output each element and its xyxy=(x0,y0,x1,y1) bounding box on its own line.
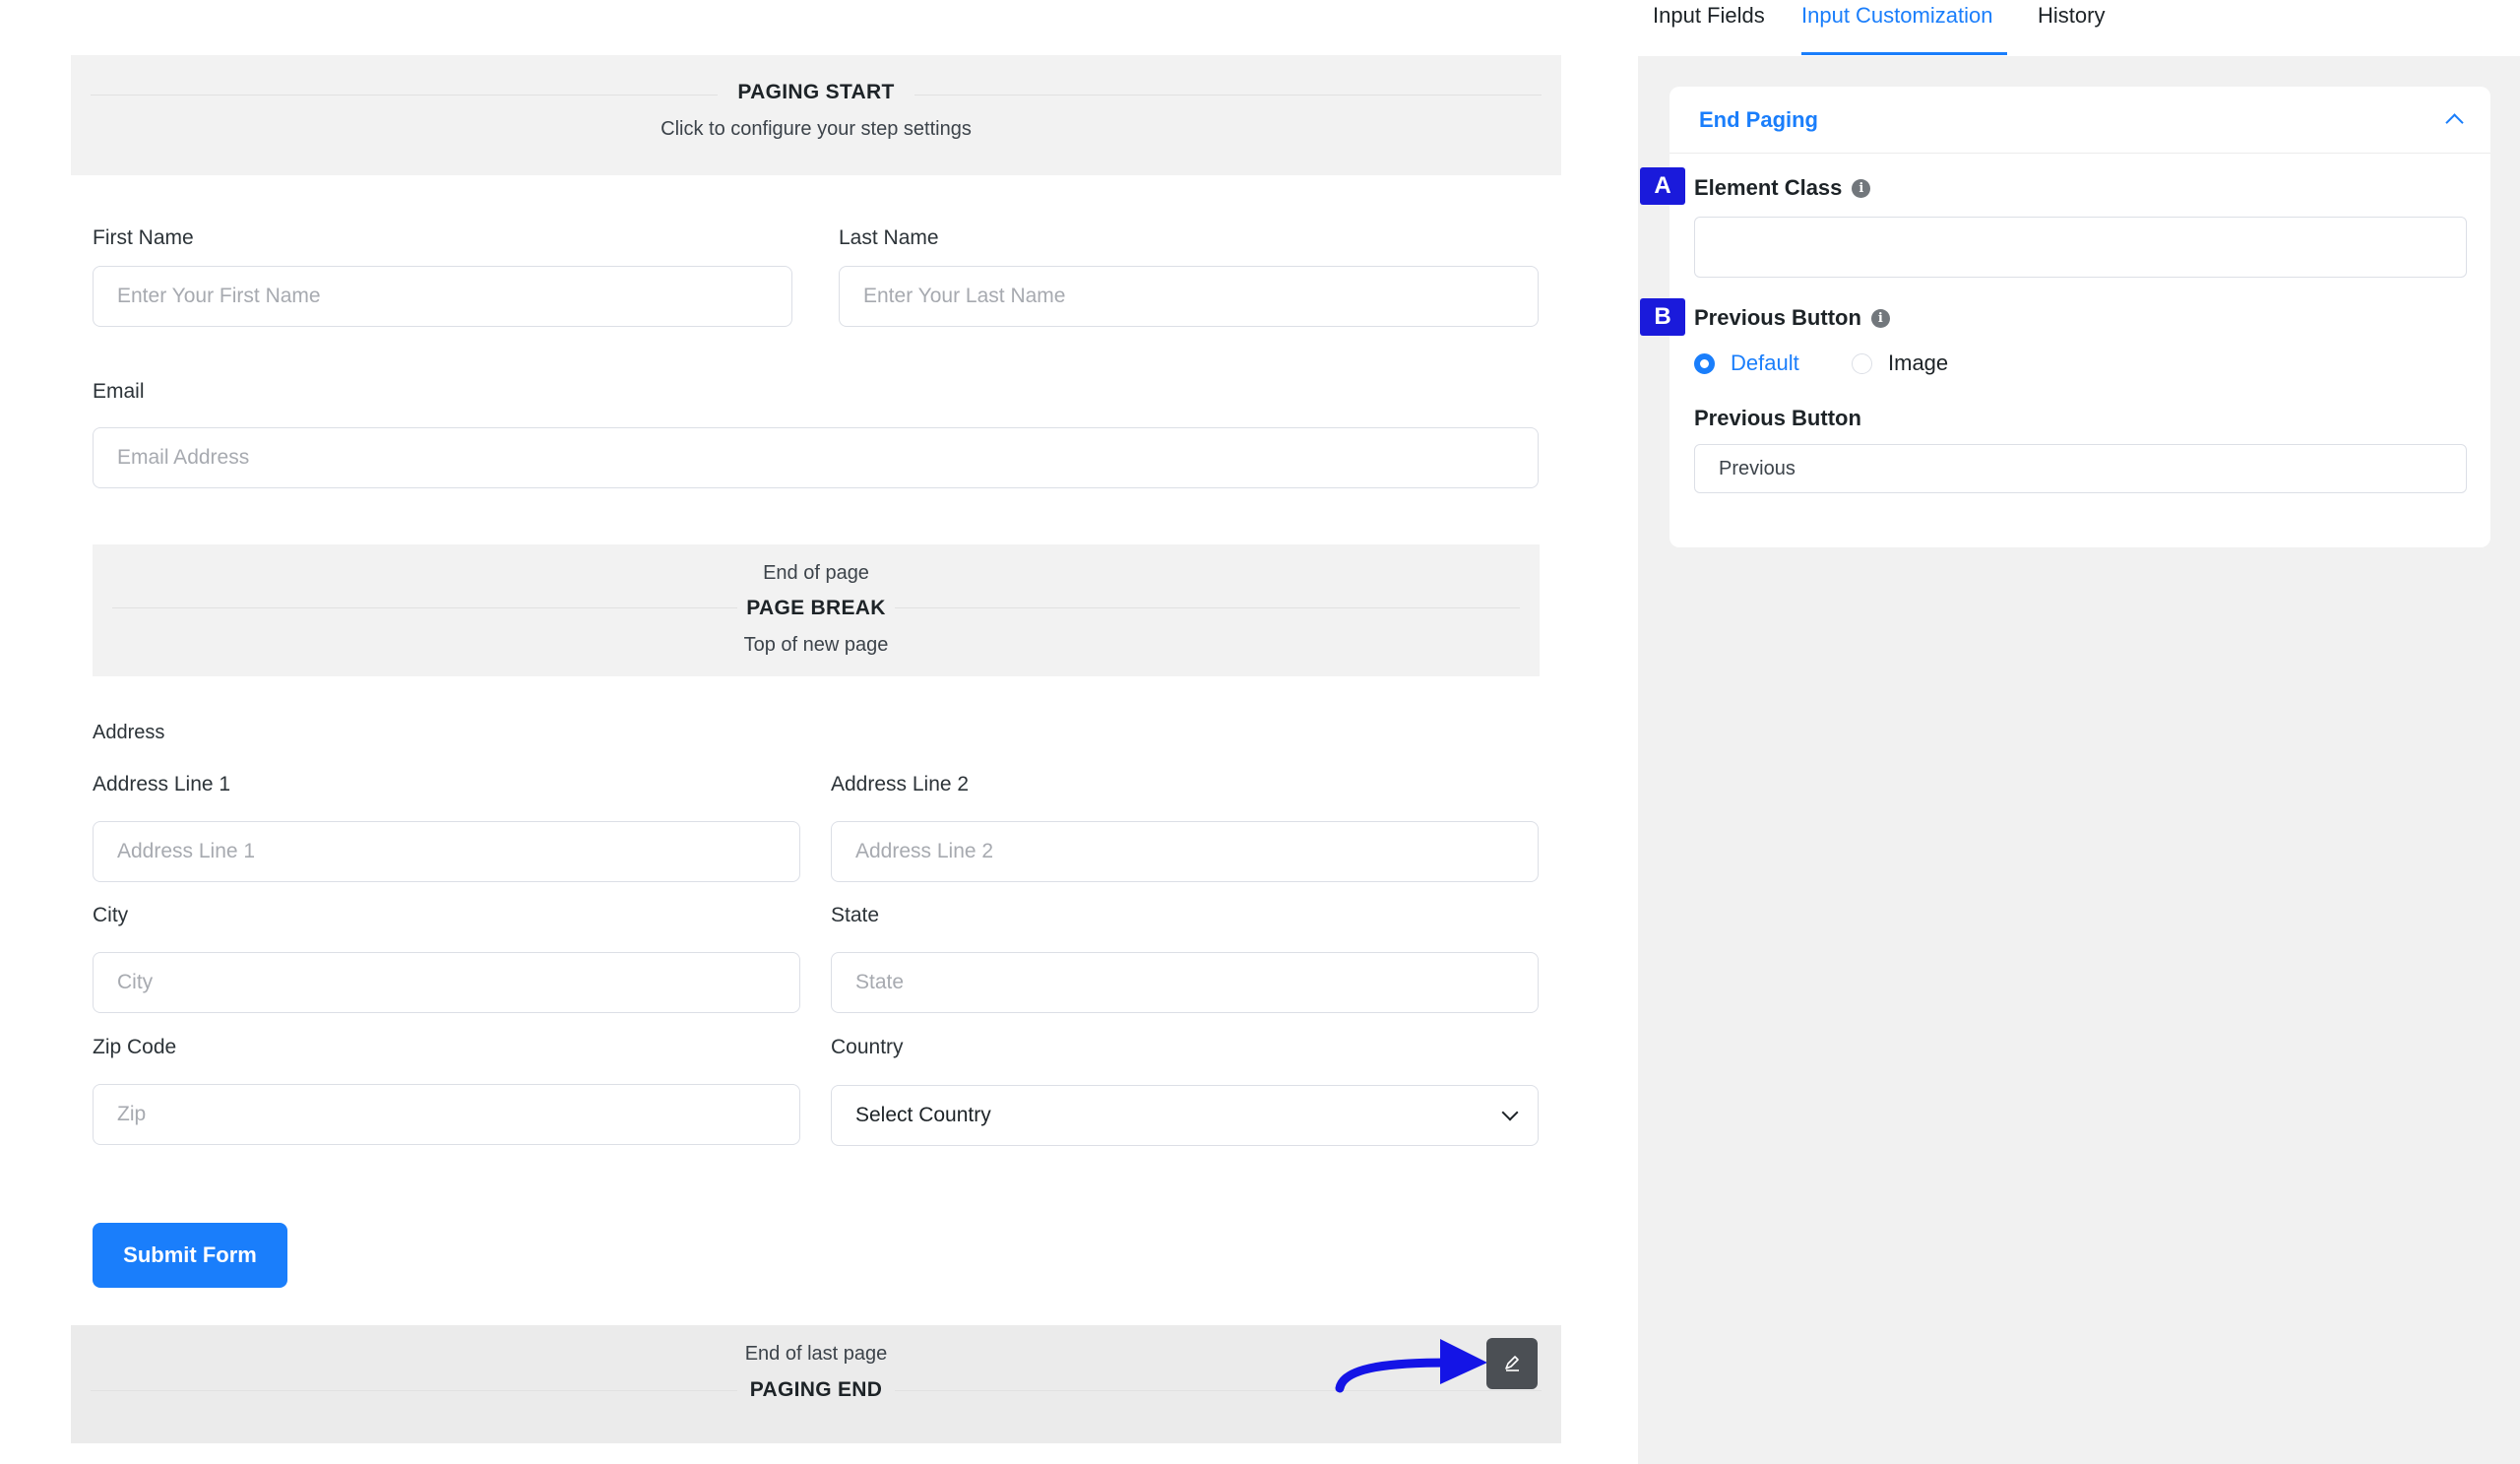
edit-paging-end-button[interactable] xyxy=(1486,1338,1538,1389)
active-tab-indicator xyxy=(1801,52,2007,55)
tab-input-customization[interactable]: Input Customization xyxy=(1801,3,1992,29)
email-label: Email xyxy=(93,380,145,403)
element-class-label-text: Element Class xyxy=(1694,175,1843,200)
address-line1-input[interactable]: Address Line 1 xyxy=(93,821,800,882)
radio-image[interactable]: Image xyxy=(1852,350,1948,376)
radio-default[interactable]: Default xyxy=(1694,350,1799,376)
last-name-label: Last Name xyxy=(839,226,939,249)
country-label: Country xyxy=(831,1036,904,1058)
chevron-up-icon[interactable] xyxy=(2445,113,2464,132)
state-input[interactable]: State xyxy=(831,952,1539,1013)
paging-start-subtitle: Click to configure your step settings xyxy=(661,118,972,140)
form-canvas: PAGING START Click to configure your ste… xyxy=(0,0,1638,1464)
first-name-input[interactable]: Enter Your First Name xyxy=(93,266,792,327)
page-break-bottom-text: Top of new page xyxy=(743,634,889,656)
country-select[interactable]: Select Country xyxy=(831,1085,1539,1146)
previous-button-type-label-text: Previous Button xyxy=(1694,305,1861,330)
city-label: City xyxy=(93,904,129,926)
email-placeholder: Email Address xyxy=(117,446,250,469)
previous-button-type-label: Previous Button i xyxy=(1694,305,1890,331)
settings-tabs: Input Fields Input Customization History xyxy=(1638,0,2520,56)
radio-default-label: Default xyxy=(1731,350,1799,375)
state-placeholder: State xyxy=(855,971,905,993)
end-paging-header[interactable]: End Paging xyxy=(1670,87,2490,154)
address-line1-placeholder: Address Line 1 xyxy=(117,840,256,862)
page-break-block[interactable]: End of page PAGE BREAK Top of new page xyxy=(93,544,1540,676)
address-line2-input[interactable]: Address Line 2 xyxy=(831,821,1539,882)
zip-label: Zip Code xyxy=(93,1036,177,1058)
city-input[interactable]: City xyxy=(93,952,800,1013)
first-name-label: First Name xyxy=(93,226,194,249)
settings-panel: Input Fields Input Customization History… xyxy=(1638,0,2520,1464)
submit-form-button[interactable]: Submit Form xyxy=(93,1223,287,1288)
info-icon[interactable]: i xyxy=(1870,308,1890,328)
last-name-placeholder: Enter Your Last Name xyxy=(863,285,1066,307)
annotation-badge-b: B xyxy=(1640,298,1685,336)
first-name-placeholder: Enter Your First Name xyxy=(117,285,321,307)
country-value: Select Country xyxy=(855,1104,991,1126)
info-icon[interactable]: i xyxy=(1852,178,1871,198)
previous-button-text-label-text: Previous Button xyxy=(1694,406,1861,430)
address-section-label: Address xyxy=(93,722,165,743)
tab-input-fields[interactable]: Input Fields xyxy=(1653,3,1765,29)
radio-default-control[interactable] xyxy=(1694,352,1715,374)
last-name-input[interactable]: Enter Your Last Name xyxy=(839,266,1539,327)
previous-button-text-input[interactable]: Previous xyxy=(1694,444,2467,493)
previous-button-text-value: Previous xyxy=(1719,457,1796,479)
address-line2-placeholder: Address Line 2 xyxy=(855,840,994,862)
address-line1-label: Address Line 1 xyxy=(93,773,231,796)
city-placeholder: City xyxy=(117,971,154,993)
element-class-label: Element Class i xyxy=(1694,175,1871,201)
address-line2-label: Address Line 2 xyxy=(831,773,970,796)
radio-image-control[interactable] xyxy=(1852,352,1872,374)
end-paging-title: End Paging xyxy=(1699,107,1818,132)
previous-button-text-label: Previous Button xyxy=(1694,406,1861,431)
page-break-title: PAGE BREAK xyxy=(746,597,886,619)
zip-input[interactable]: Zip xyxy=(93,1084,800,1145)
chevron-down-icon xyxy=(1501,1104,1519,1121)
paging-start-block[interactable]: PAGING START Click to configure your ste… xyxy=(71,55,1561,175)
page-break-top-text: End of page xyxy=(763,562,869,584)
zip-placeholder: Zip xyxy=(117,1103,147,1125)
pen-icon xyxy=(1505,1356,1519,1371)
annotation-badge-a: A xyxy=(1640,167,1685,205)
tab-history[interactable]: History xyxy=(2038,3,2105,29)
state-label: State xyxy=(831,904,880,926)
email-input[interactable]: Email Address xyxy=(93,427,1539,488)
annotation-arrow-icon xyxy=(1335,1339,1487,1393)
paging-start-title: PAGING START xyxy=(737,81,895,103)
radio-image-label: Image xyxy=(1888,350,1949,375)
element-class-input[interactable] xyxy=(1694,217,2467,278)
